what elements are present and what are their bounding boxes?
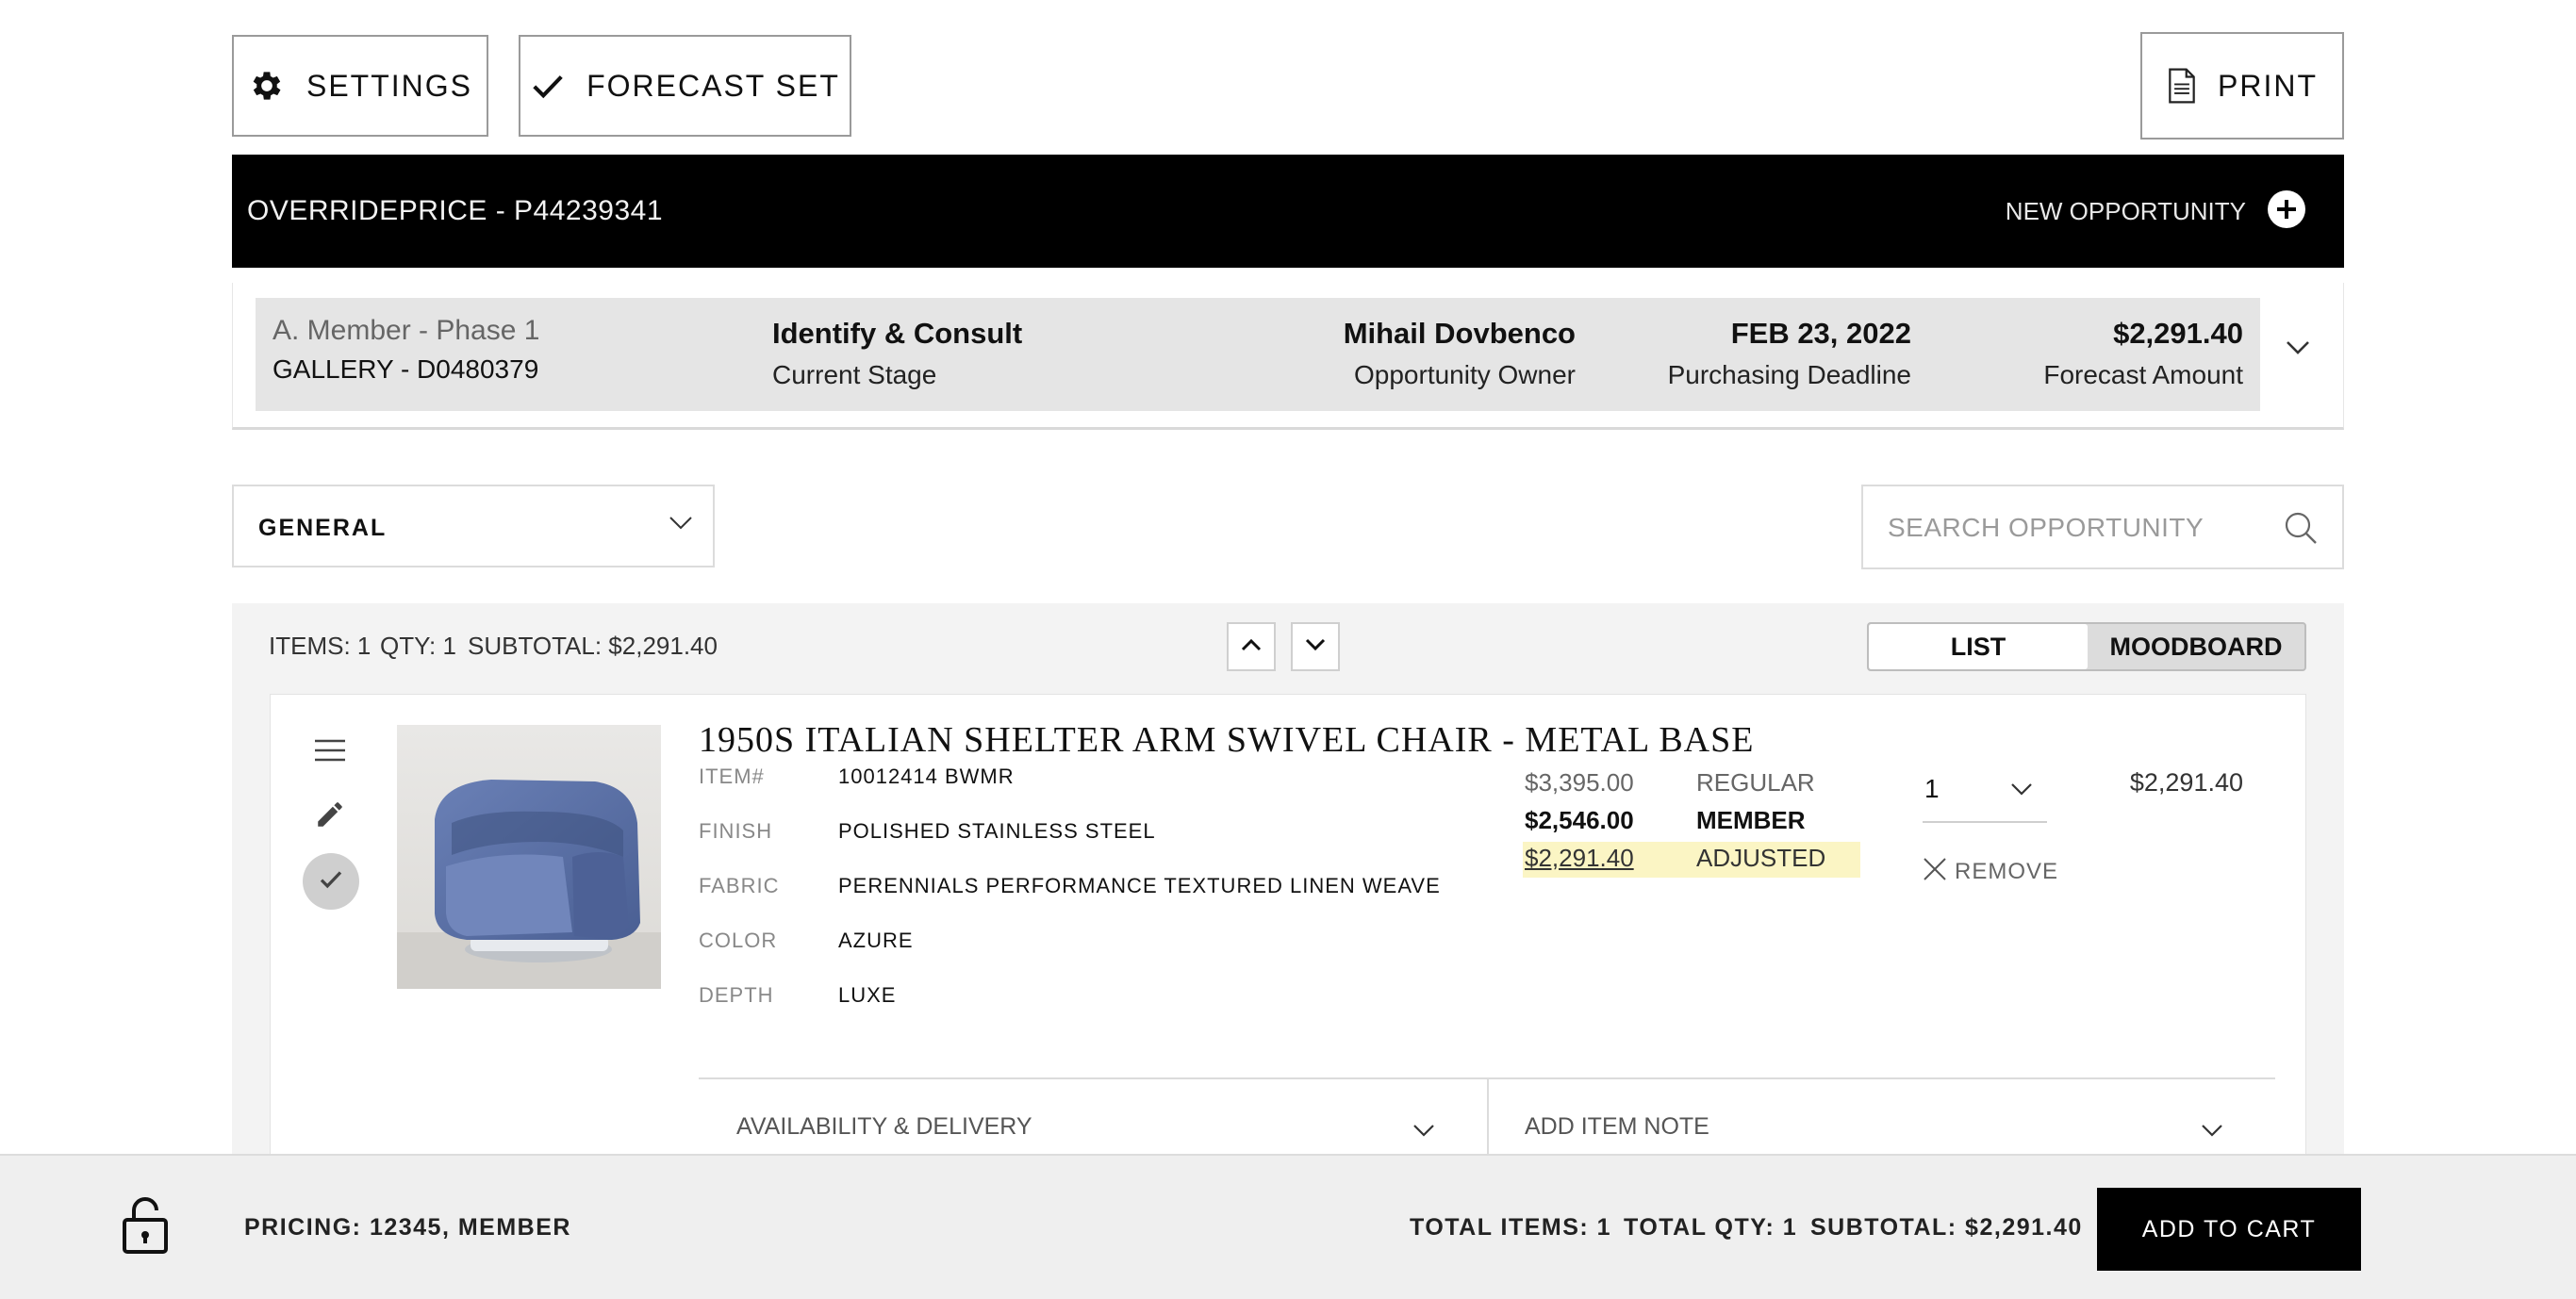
add-item-note-toggle[interactable]: ADD ITEM NOTE	[1525, 1111, 2241, 1149]
chevron-down-icon	[2009, 781, 2034, 801]
pricing-info: PRICING: 12345, MEMBER	[244, 1214, 571, 1241]
category-select[interactable]: GENERAL	[232, 485, 715, 567]
chevron-down-icon	[1304, 637, 1327, 657]
view-toggle: LIST MOODBOARD	[1867, 622, 2306, 671]
pencil-icon[interactable]	[314, 798, 346, 835]
settings-label: SETTINGS	[305, 68, 472, 103]
availability-label: AVAILABILITY & DELIVERY	[736, 1113, 1032, 1140]
opportunity-summary: A. Member - Phase 1 GALLERY - D0480379 I…	[232, 283, 2344, 430]
forecast-label: Forecast Amount	[2043, 360, 2243, 389]
product-image[interactable]	[397, 725, 661, 989]
opportunity-header-bar: OVERRIDEPRICE - P44239341 NEW OPPORTUNIT…	[232, 155, 2344, 268]
adjusted-price[interactable]: $2,291.40	[1525, 844, 1634, 873]
total-items: TOTAL ITEMS: 1	[1410, 1214, 1612, 1241]
qty-count: QTY: 1	[380, 632, 456, 660]
plus-circle-icon	[2267, 189, 2306, 234]
deadline-value: FEB 23, 2022	[1730, 317, 1911, 350]
regular-label: REGULAR	[1696, 768, 1815, 797]
document-icon	[2167, 68, 2197, 104]
view-list-button[interactable]: LIST	[1869, 624, 2088, 669]
new-opportunity-label: NEW OPPORTUNITY	[2005, 196, 2246, 225]
gear-icon	[248, 67, 286, 105]
regular-price: $3,395.00	[1525, 768, 1634, 797]
close-icon	[1923, 857, 1947, 886]
gallery-id: GALLERY - D0480379	[272, 354, 539, 384]
deadline-label: Purchasing Deadline	[1667, 360, 1911, 389]
spec-label-finish: FINISH	[699, 819, 773, 843]
search-input[interactable]	[1888, 507, 2265, 549]
item-selected-check[interactable]	[303, 853, 359, 910]
spec-label-depth: DEPTH	[699, 983, 774, 1007]
check-icon	[317, 865, 345, 898]
spec-value-depth: LUXE	[838, 983, 897, 1007]
cart-footer: PRICING: 12345, MEMBER TOTAL ITEMS: 1 TO…	[0, 1154, 2576, 1299]
view-moodboard-label: MOODBOARD	[2109, 632, 2283, 661]
spec-label-color: COLOR	[699, 929, 778, 952]
member-name: A. Member - Phase 1	[272, 315, 540, 346]
new-opportunity-button[interactable]: NEW OPPORTUNITY	[2006, 189, 2306, 234]
category-selected-value: GENERAL	[258, 515, 388, 541]
print-button[interactable]: PRINT	[2140, 32, 2344, 140]
spec-value-color: AZURE	[838, 929, 914, 952]
opportunity-title: OVERRIDEPRICE - P44239341	[247, 195, 664, 226]
scroll-down-button[interactable]	[1291, 622, 1340, 671]
remove-button[interactable]: REMOVE	[1923, 857, 2058, 886]
spec-value-item: 10012414 BWMR	[838, 765, 1015, 788]
spec-value-finish: POLISHED STAINLESS STEEL	[838, 819, 1156, 843]
owner-value: Mihail Dovbenco	[1343, 317, 1576, 350]
summary-panel[interactable]	[256, 298, 2260, 411]
member-price: $2,546.00	[1525, 806, 1634, 834]
availability-delivery-toggle[interactable]: AVAILABILITY & DELIVERY	[736, 1111, 1453, 1149]
footer-subtotal: SUBTOTAL: $2,291.40	[1810, 1214, 2083, 1241]
spec-value-fabric: PERENNIALS PERFORMANCE TEXTURED LINEN WE…	[838, 874, 1441, 897]
check-icon	[530, 68, 566, 104]
add-to-cart-label: ADD TO CART	[2141, 1215, 2317, 1242]
scroll-up-button[interactable]	[1227, 622, 1276, 671]
line-total: $2,291.40	[2129, 768, 2243, 797]
total-qty: TOTAL QTY: 1	[1624, 1214, 1798, 1241]
quantity-select[interactable]: 1	[1923, 770, 2047, 823]
items-subtotal: SUBTOTAL: $2,291.40	[468, 632, 718, 660]
search-opportunity-field[interactable]	[1861, 485, 2344, 569]
search-icon[interactable]	[2284, 511, 2318, 550]
menu-icon[interactable]	[314, 738, 346, 767]
member-label: MEMBER	[1696, 806, 1806, 834]
forecast-set-button[interactable]: FORECAST SET	[519, 35, 851, 137]
spec-label-item: ITEM#	[699, 765, 765, 788]
spec-label-fabric: FABRIC	[699, 874, 780, 897]
add-to-cart-button[interactable]: ADD TO CART	[2097, 1188, 2361, 1271]
stage-value: Identify & Consult	[772, 317, 1023, 350]
forecast-set-label: FORECAST SET	[586, 68, 840, 103]
settings-button[interactable]: SETTINGS	[232, 35, 488, 137]
chevron-up-icon	[1240, 637, 1263, 657]
view-moodboard-button[interactable]: MOODBOARD	[2088, 624, 2304, 669]
summary-expand-chevron-down-icon[interactable]	[2285, 339, 2311, 361]
forecast-value: $2,291.40	[2113, 317, 2243, 350]
items-count: ITEMS: 1	[269, 632, 372, 660]
chevron-down-icon	[668, 515, 694, 536]
owner-label: Opportunity Owner	[1354, 360, 1576, 389]
lock-icon[interactable]	[121, 1193, 170, 1260]
chevron-down-icon	[1412, 1123, 1436, 1143]
add-item-note-label: ADD ITEM NOTE	[1525, 1113, 1709, 1140]
remove-label: REMOVE	[1955, 858, 2059, 884]
view-list-label: LIST	[1950, 632, 2006, 661]
item-title[interactable]: 1950S ITALIAN SHELTER ARM SWIVEL CHAIR -…	[699, 719, 1754, 761]
stage-label: Current Stage	[772, 360, 937, 389]
chevron-down-icon	[2200, 1123, 2224, 1143]
adjusted-label: ADJUSTED	[1696, 844, 1826, 872]
print-label: PRINT	[2218, 68, 2318, 103]
quantity-value: 1	[1924, 774, 1940, 803]
